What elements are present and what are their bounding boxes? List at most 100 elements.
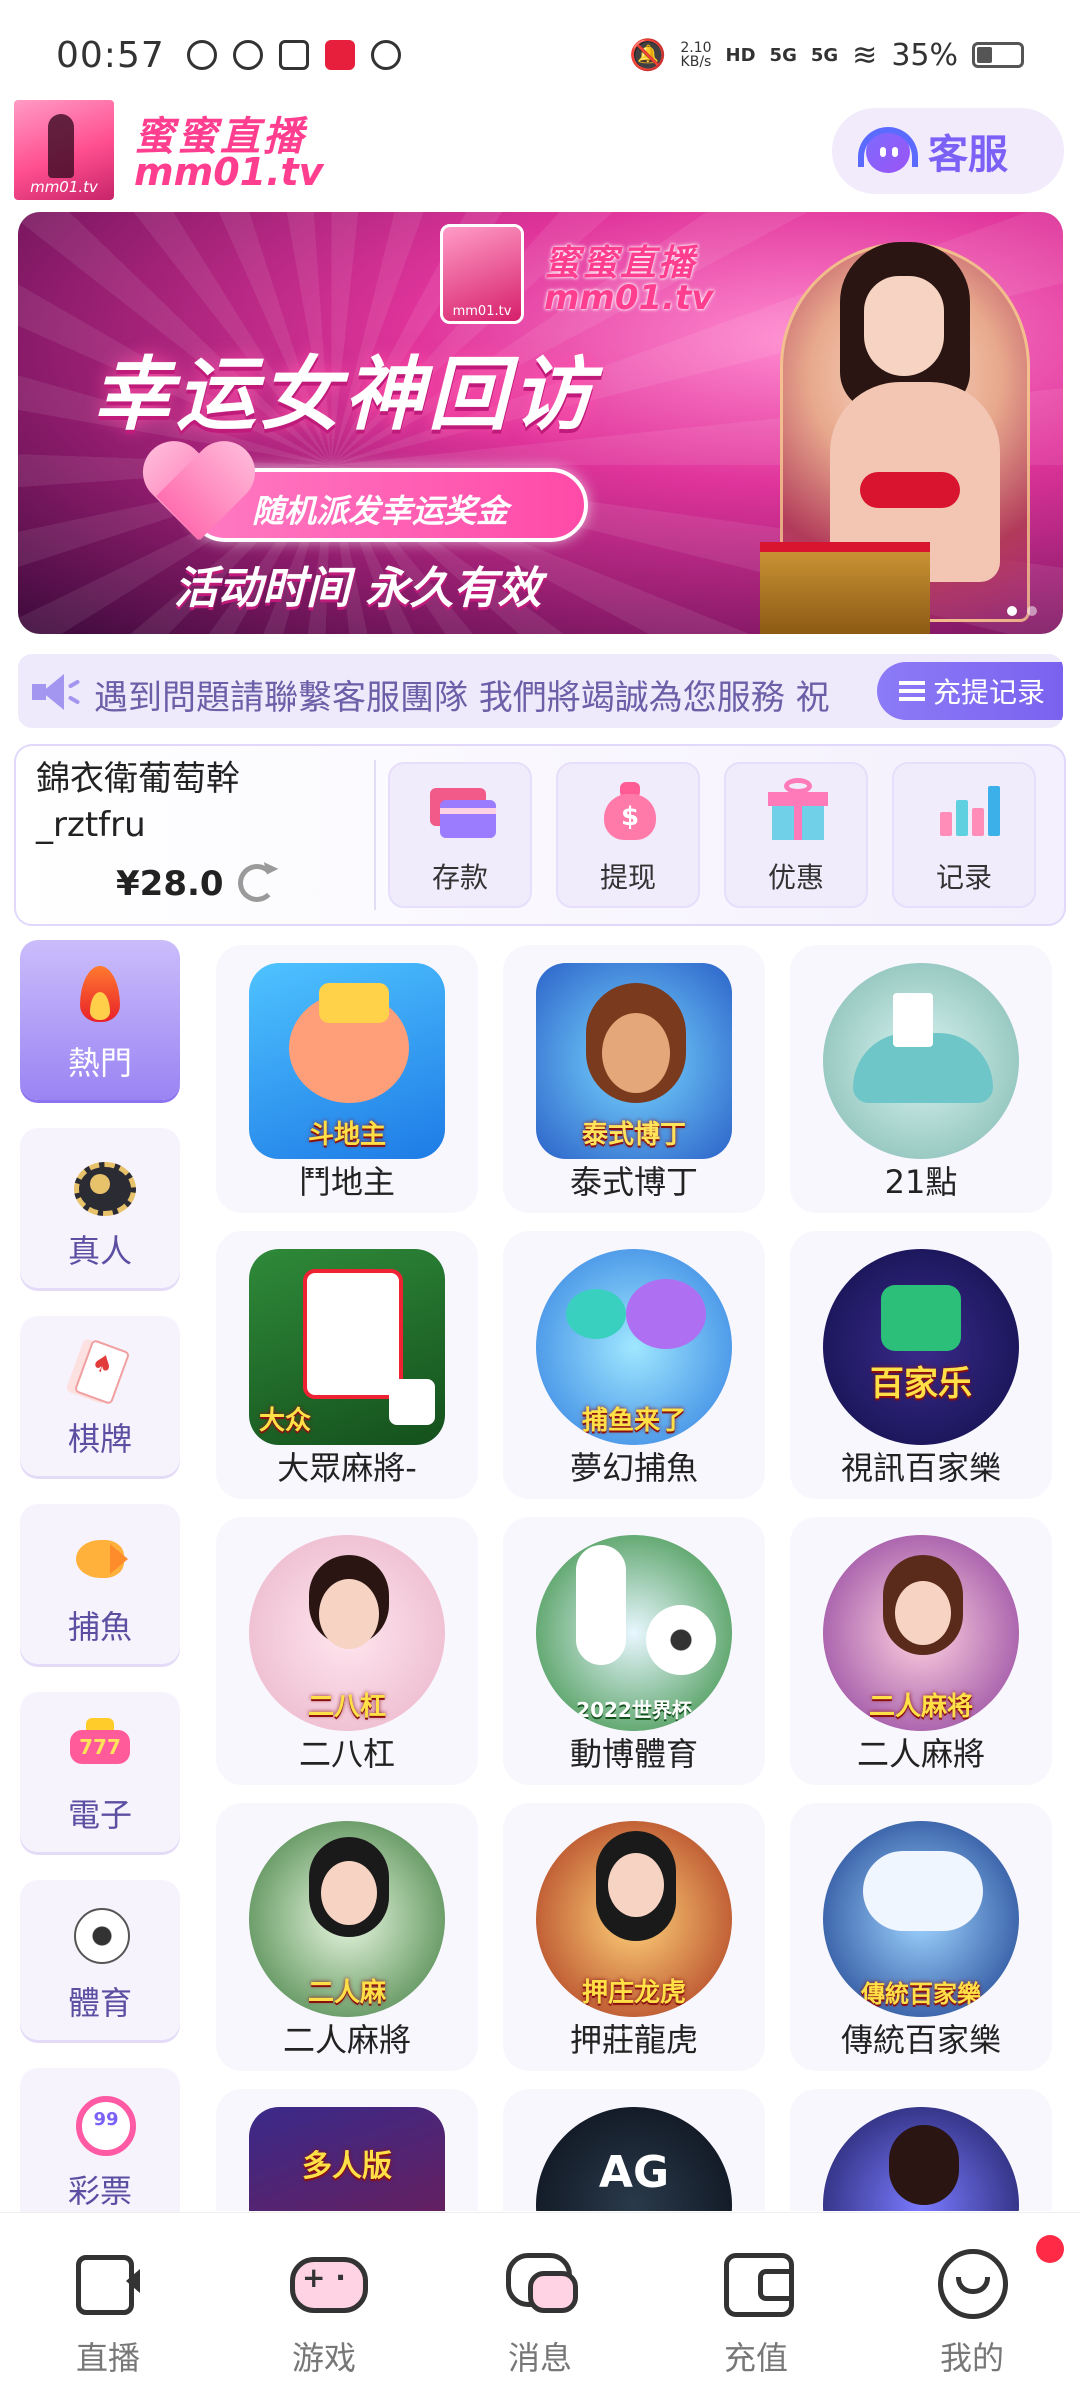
history-button[interactable]: 记录 [892,762,1036,908]
status-bar: 00:57 🔕 2.10 KB/s HD 5G 5G ≋ 35% [0,0,1080,110]
nav-label: 充值 [723,2339,788,2377]
game-tile[interactable]: 二人麻将 二人麻將 [790,1517,1052,1785]
nav-label: 消息 [507,2339,572,2377]
game-art-two-player-mahjong-2: 二人麻 [249,1821,445,2017]
category-label: 棋牌 [67,1420,132,1458]
notification-badge [1036,2235,1064,2263]
game-name: 視訊百家樂 [840,1449,1001,1487]
deposit-button[interactable]: 存款 [388,762,532,908]
game-tile[interactable]: 押庄龙虎 押莊龍虎 [503,1803,765,2071]
category-card-games[interactable]: 棋牌 [20,1316,180,1476]
bottom-navigation: 直播 游戏 消息 充值 我的 [0,2212,1080,2400]
nav-messages[interactable]: 消息 [460,2249,620,2379]
banner-brand-domain: mm01.tv [544,278,714,318]
gamepad-icon [290,2249,368,2313]
mail-icon [278,40,309,70]
nav-recharge[interactable]: 充值 [676,2249,836,2379]
gift-icon [766,778,830,842]
game-name: 二八杠 [298,1735,395,1773]
battery-icon [972,42,1024,68]
logo-figure [48,114,74,178]
nav-live[interactable]: 直播 [28,2249,188,2379]
logo-caption: mm01.tv [30,178,98,196]
category-hot[interactable]: 熱門 [20,940,180,1100]
balance-amount: ¥28.0 [116,864,224,904]
wallet-icon [722,2249,794,2317]
app-logo[interactable]: mm01.tv [14,100,114,200]
banner-logo: mm01.tv [440,224,524,324]
game-tile[interactable] [790,2089,1052,2211]
customer-service-label: 客服 [928,132,1008,178]
game-tile[interactable]: 泰式博丁 泰式博丁 [503,945,765,1213]
wallet-card: 錦衣衛葡萄幹 _rztfru ¥28.0 存款 $ 提现 优惠 记录 [14,744,1066,926]
history-label: 记录 [935,861,992,894]
video-camera-icon [74,2249,142,2315]
game-art-blackjack [823,963,1019,1159]
game-art-dragon-tiger: 押庄龙虎 [536,1821,732,2017]
game-art-erbagang: 二八杠 [249,1535,445,1731]
game-tile[interactable]: 2022世界杯 動博體育 [503,1517,765,1785]
category-lottery[interactable]: 彩票 [20,2068,180,2212]
speaker-icon [32,672,81,712]
game-name: 泰式博丁 [569,1163,698,1201]
signal-1: 5G [769,44,797,66]
refresh-icon[interactable] [238,864,276,902]
wallet-divider [374,760,376,910]
game-name: 二人麻將 [282,2021,411,2059]
category-label: 彩票 [67,2172,132,2210]
category-label: 電子 [67,1796,132,1834]
game-tile[interactable]: 大众 大眾麻將- [216,1231,478,1499]
withdraw-button[interactable]: $ 提现 [556,762,700,908]
category-label: 熱門 [67,1044,132,1082]
game-tile[interactable]: 捕鱼来了 夢幻捕魚 [503,1231,765,1499]
game-tile[interactable]: 21點 [790,945,1052,1213]
game-tile[interactable]: 二八杠 二八杠 [216,1517,478,1785]
signal-2: 5G [810,44,839,66]
customer-service-button[interactable]: 客服 [832,108,1064,194]
category-fishing[interactable]: 捕魚 [20,1504,180,1664]
game-tile[interactable]: 斗地主 鬥地主 [216,945,478,1213]
game-tile[interactable]: 二人麻 二人麻將 [216,1803,478,2071]
username: 錦衣衛葡萄幹 _rztfru [36,759,240,845]
poker-chip-icon [70,1152,136,1216]
category-sports[interactable]: 體育 [20,1880,180,2040]
game-art-video-baccarat: 百家乐 [823,1249,1019,1445]
promo-banner[interactable]: mm01.tv 蜜蜜直播 mm01.tv 幸运女神回访 随机派发幸运奖金 活动时… [18,212,1063,634]
notice-marquee-text: 遇到問題請聯繫客服團隊 我們將竭誠為您服務 祝 [94,678,830,718]
game-name: 鬥地主 [298,1163,395,1201]
list-icon [899,680,925,702]
game-name: 傳統百家樂 [840,2021,1001,2059]
banner-model-image [760,212,1050,634]
playing-cards-icon [70,1340,130,1400]
game-tile[interactable]: 百家乐 視訊百家樂 [790,1231,1052,1499]
game-art-mahjong: 大众 [249,1249,445,1445]
soccer-ball-icon [70,1904,130,1964]
game-tile[interactable]: 多人版 [216,2089,478,2211]
brand-domain: mm01.tv [134,150,324,194]
wifi-icon: ≋ [852,37,878,73]
category-label: 捕魚 [67,1608,132,1646]
fish-icon [70,1528,130,1588]
nav-label: 我的 [939,2339,1004,2377]
nav-profile[interactable]: 我的 [892,2235,1064,2379]
game-tile[interactable]: 傳統百家樂 傳統百家樂 [790,1803,1052,2071]
hd-label: HD [725,44,756,66]
category-live[interactable]: 真人 [20,1128,180,1288]
nav-label: 游戏 [291,2339,356,2377]
promotions-label: 优惠 [767,861,824,894]
deposit-withdraw-records-button[interactable]: 充提记录 [877,662,1063,720]
notification-icons [186,40,401,70]
smiley-profile-icon [938,2235,1064,2319]
app-notification-icon [324,40,355,70]
category-slots[interactable]: 電子 [20,1692,180,1852]
promotions-button[interactable]: 优惠 [724,762,868,908]
headset-icon [858,125,918,177]
game-art-fishing: 捕鱼来了 [536,1249,732,1445]
fire-icon [70,964,130,1024]
game-tile[interactable]: AG [503,2089,765,2211]
missed-call-icon [370,40,401,70]
withdraw-label: 提现 [599,861,656,894]
nav-games[interactable]: 游戏 [244,2249,404,2379]
battery-fill [977,47,992,63]
game-art-dealer [823,2107,1019,2211]
